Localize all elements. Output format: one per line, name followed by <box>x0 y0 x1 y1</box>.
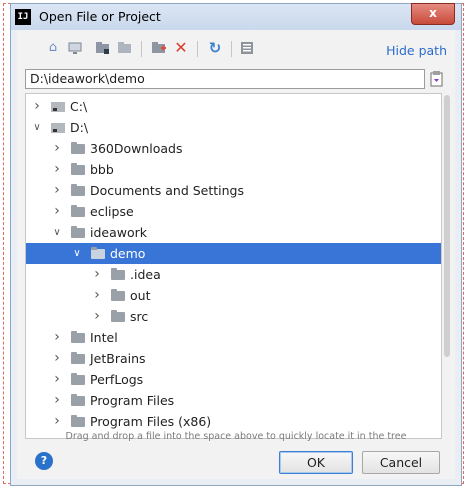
tree-row[interactable]: › eclipse <box>26 201 441 222</box>
window-title: Open File or Project <box>39 9 161 24</box>
folder-icon <box>111 289 125 301</box>
tree-row[interactable]: › .idea <box>26 264 441 285</box>
chevron-right-icon[interactable]: › <box>52 327 62 348</box>
open-file-dialog: IJ Open File or Project x ⌂ ✕ ↻ Hide pat… <box>10 3 462 486</box>
tree-row-label: demo <box>110 246 146 261</box>
tree-row[interactable]: › Intel <box>26 327 441 348</box>
tree-row[interactable]: › out <box>26 285 441 306</box>
show-hidden-files-icon[interactable] <box>239 40 255 56</box>
tree-row[interactable]: › C:\ <box>26 96 441 117</box>
chevron-right-icon[interactable]: › <box>92 264 102 285</box>
path-input[interactable]: D:\ideawork\demo <box>25 69 425 89</box>
folder-icon <box>71 184 85 196</box>
tree-row-label: src <box>130 309 149 324</box>
new-folder-icon[interactable] <box>151 40 167 56</box>
tree-row-label: Program Files <box>90 393 175 408</box>
ok-button[interactable]: OK <box>279 451 353 474</box>
tree-row-label: .idea <box>130 267 161 282</box>
tree-row-label: Intel <box>90 330 118 345</box>
chevron-right-icon[interactable]: › <box>52 159 62 180</box>
folder-icon <box>111 268 125 280</box>
drag-drop-hint: Drag and drop a file into the space abov… <box>65 431 407 442</box>
tree-row-label: D:\ <box>70 120 89 135</box>
home-icon[interactable]: ⌂ <box>45 40 61 56</box>
folder-icon <box>71 142 85 154</box>
dialog-content: ⌂ ✕ ↻ Hide path D:\ideawork\demo › C:\ ∨… <box>17 30 455 479</box>
tree-row[interactable]: ∨ demo <box>26 243 441 264</box>
chevron-right-icon[interactable]: › <box>92 306 102 327</box>
tree-row[interactable]: ∨ ideawork <box>26 222 441 243</box>
drive-icon <box>51 102 65 112</box>
file-tree[interactable]: › C:\ ∨ D:\ › 360Downloads › bbb › Documents and … <box>25 93 442 439</box>
chevron-right-icon[interactable]: › <box>52 369 62 390</box>
cancel-button[interactable]: Cancel <box>362 451 440 474</box>
chevron-down-icon[interactable]: ∨ <box>72 243 82 264</box>
tree-row[interactable]: › 360Downloads <box>26 138 441 159</box>
project-folder-icon[interactable] <box>95 40 111 56</box>
tree-row-label: eclipse <box>90 204 134 219</box>
desktop-icon[interactable] <box>67 40 83 56</box>
chevron-right-icon[interactable]: › <box>32 96 42 117</box>
tree-row-label: Program Files (x86) <box>90 414 212 429</box>
title-bar[interactable]: IJ Open File or Project x <box>11 3 461 30</box>
folder-icon <box>71 373 85 385</box>
folder-icon <box>91 247 105 259</box>
tree-row-label: C:\ <box>70 99 88 114</box>
delete-icon[interactable]: ✕ <box>173 40 189 56</box>
chevron-right-icon[interactable]: › <box>52 201 62 222</box>
tree-row[interactable]: ∨ D:\ <box>26 117 441 138</box>
folder-icon <box>71 394 85 406</box>
chevron-down-icon[interactable]: ∨ <box>32 117 42 138</box>
chevron-right-icon[interactable]: › <box>52 390 62 411</box>
tree-row[interactable]: › JetBrains <box>26 348 441 369</box>
tree-row-label: Documents and Settings <box>90 183 245 198</box>
folder-icon <box>71 331 85 343</box>
module-folder-icon[interactable] <box>117 40 133 56</box>
toolbar-separator <box>231 41 232 57</box>
tree-row[interactable]: › Program Files <box>26 390 441 411</box>
toolbar: ⌂ ✕ ↻ Hide path <box>17 36 455 62</box>
toolbar-separator <box>197 41 198 57</box>
tree-row[interactable]: › Program Files (x86) <box>26 411 441 432</box>
folder-icon <box>111 310 125 322</box>
drive-icon <box>51 123 65 133</box>
tree-row-label: PerfLogs <box>90 372 144 387</box>
folder-icon <box>71 352 85 364</box>
scrollbar-thumb[interactable] <box>444 95 450 357</box>
chevron-right-icon[interactable]: › <box>92 285 102 306</box>
tree-row-label: out <box>130 288 151 303</box>
chevron-right-icon[interactable]: › <box>52 348 62 369</box>
tree-row[interactable]: › Documents and Settings <box>26 180 441 201</box>
chevron-right-icon[interactable]: › <box>52 411 62 432</box>
tree-row[interactable]: › bbb <box>26 159 441 180</box>
tree-row[interactable]: › src <box>26 306 441 327</box>
help-icon[interactable]: ? <box>35 452 53 470</box>
folder-icon <box>71 415 85 427</box>
tree-row[interactable]: › PerfLogs <box>26 369 441 390</box>
intellij-app-icon: IJ <box>15 9 31 25</box>
tree-row-label: bbb <box>90 162 114 177</box>
toolbar-separator <box>141 41 142 57</box>
tree-row-label: 360Downloads <box>90 141 183 156</box>
chevron-right-icon[interactable]: › <box>52 138 62 159</box>
chevron-down-icon[interactable]: ∨ <box>52 222 62 243</box>
path-history-icon[interactable] <box>429 70 445 88</box>
folder-icon <box>71 163 85 175</box>
refresh-icon[interactable]: ↻ <box>207 40 223 56</box>
hide-path-link[interactable]: Hide path <box>386 43 447 58</box>
folder-icon <box>71 226 85 238</box>
tree-row-label: JetBrains <box>90 351 146 366</box>
chevron-right-icon[interactable]: › <box>52 180 62 201</box>
tree-row-label: ideawork <box>90 225 148 240</box>
folder-icon <box>71 205 85 217</box>
tree-scrollbar[interactable] <box>442 93 452 439</box>
close-button[interactable]: x <box>411 3 455 25</box>
